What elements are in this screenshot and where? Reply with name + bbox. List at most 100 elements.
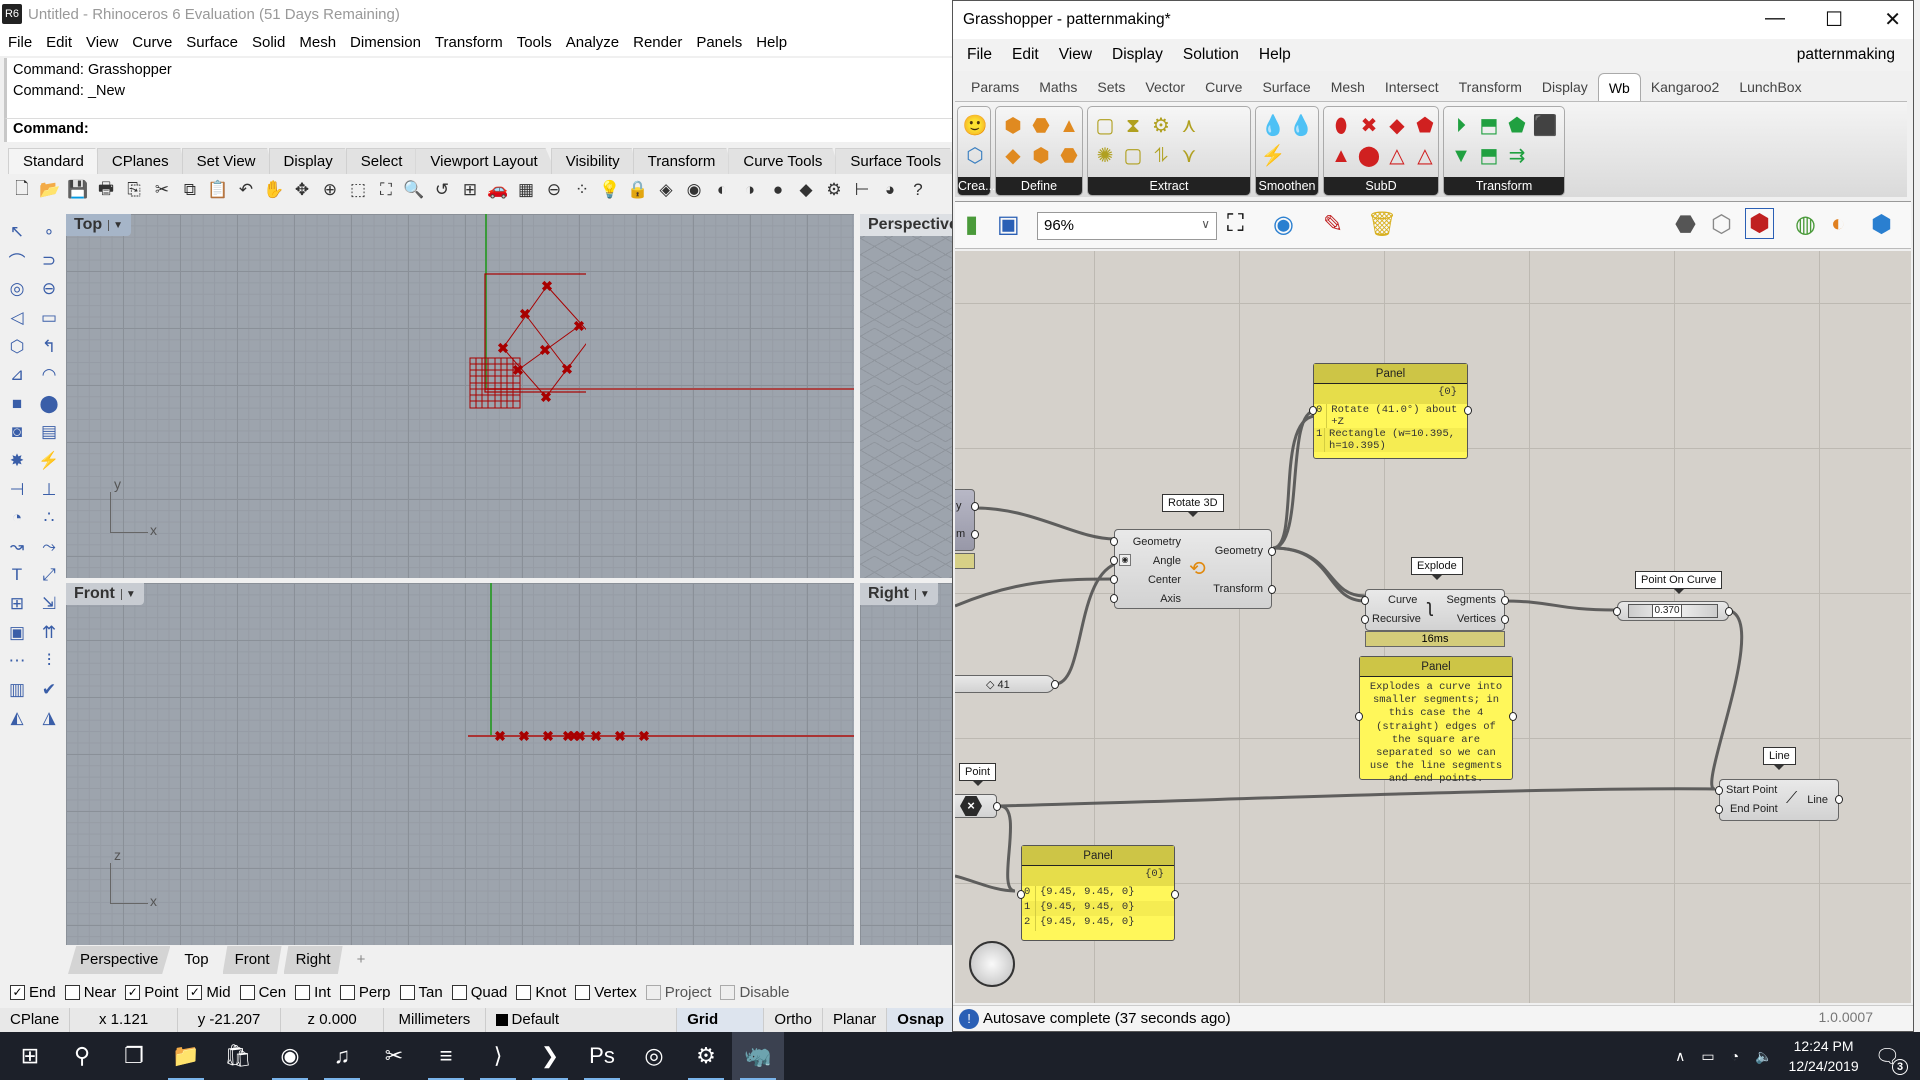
sidebar-tool-icon[interactable]: ▥ [2,676,32,705]
input-pin[interactable] [1361,615,1369,624]
color-wheel-icon[interactable]: ◉ [682,178,706,202]
sidebar-tool-icon[interactable]: ⌒ [2,247,32,276]
grasshopper-canvas[interactable]: y m ◇ 41 Rotate 3D Geometry Angle Center… [955,251,1911,1003]
gh-tab-wb[interactable]: Wb [1597,73,1641,101]
component-icon[interactable]: ⬟ [1504,113,1530,139]
sidebar-tool-icon[interactable]: ⚡ [34,447,64,476]
checkbox[interactable] [720,985,736,1000]
canvas-navigation-widget[interactable] [969,941,1015,987]
ribbon-group-label[interactable]: Define [996,177,1082,195]
sidebar-tool-icon[interactable]: T [2,561,32,590]
sidebar-tool-icon[interactable]: ⊞ [2,590,32,619]
input-pin[interactable] [1017,890,1025,899]
component-icon[interactable]: ⋎ [1176,143,1202,169]
sidebar-tool-icon[interactable]: ✸ [2,447,32,476]
gh-menu-file[interactable]: File [967,46,992,64]
slider-value[interactable]: ◇ 41 [986,678,1010,691]
sidebar-tool-icon[interactable]: ⤢ [34,561,64,590]
sidebar-tool-icon[interactable]: ◔ [2,504,32,533]
preview-off-icon[interactable]: ⬣ [1675,210,1696,239]
gh-menu-help[interactable]: Help [1259,46,1291,64]
viewport-top-title[interactable]: Top ▼ [66,214,132,236]
rhino-icon[interactable]: 🦏 [732,1032,784,1080]
output-pin[interactable] [1835,795,1843,804]
add-viewport-tab-icon[interactable]: + [344,946,378,974]
gh-tab-maths[interactable]: Maths [1029,73,1087,101]
command-input[interactable]: Command: [4,118,955,142]
gh-menu-solution[interactable]: Solution [1183,46,1239,64]
component-icon[interactable]: ⬡ [962,143,988,169]
shaded-icon[interactable]: ◑ [738,178,762,202]
sidebar-tool-icon[interactable]: ✔ [34,676,64,705]
input-pin[interactable] [1715,805,1723,814]
rotate3d-component[interactable]: Geometry Angle Center Axis ◉ ⟲ Geometry … [1110,529,1276,609]
gh-tab-display[interactable]: Display [1532,73,1598,101]
sidebar-tool-icon[interactable]: ↝ [2,533,32,562]
checkbox[interactable]: ✓ [125,985,141,1000]
sidebar-tool-icon[interactable]: ∴ [34,504,64,533]
ribbon-group-label[interactable]: Transform [1444,177,1564,195]
ubuntu-icon[interactable]: ◎ [628,1032,680,1080]
component-icon[interactable]: ⏵ [1448,113,1474,139]
gh-tab-transform[interactable]: Transform [1449,73,1532,101]
sidebar-tool-icon[interactable]: ▣ [2,618,32,647]
component-icon[interactable]: △ [1384,143,1410,169]
settings-icon[interactable]: ⚙ [680,1032,732,1080]
tab-curve-tools[interactable]: Curve Tools [728,148,842,174]
task-view-icon[interactable]: ❐ [108,1032,160,1080]
dimension-icon[interactable]: ⊢ [850,178,874,202]
ribbon-group-label[interactable]: Smoothen [1256,177,1318,195]
sidebar-tool-icon[interactable]: ⬡ [2,332,32,361]
viewport-front-title[interactable]: Front ▼ [66,583,144,605]
osnap-toggle[interactable]: Osnap [887,1008,955,1032]
line-component[interactable]: Start Point End Point ⟋ Line [1715,779,1843,821]
sidebar-tool-icon[interactable]: ◁ [2,304,32,333]
checkbox[interactable] [575,985,591,1000]
input-pin[interactable] [1613,607,1621,616]
menu-dimension[interactable]: Dimension [350,34,421,51]
component-icon[interactable]: ▢ [1092,113,1118,139]
viewport-right[interactable]: Right ▼ [860,583,955,945]
component-icon[interactable]: ⬣ [1056,143,1082,169]
component-icon[interactable]: ⬣ [1028,113,1054,139]
sidebar-tool-icon[interactable]: ⊃ [34,247,64,276]
component-icon[interactable]: ⬢ [1028,143,1054,169]
tab-select[interactable]: Select [345,148,422,174]
sidebar-tool-icon[interactable]: ↰ [34,332,64,361]
osnap-mid[interactable]: ✓ Mid [187,984,231,1001]
show-hidden-icons-icon[interactable]: ∧ [1675,1048,1685,1065]
sidebar-tool-icon[interactable]: ▭ [34,304,64,333]
menu-panels[interactable]: Panels [696,34,742,51]
gh-tab-mesh[interactable]: Mesh [1321,73,1375,101]
gh-menu-display[interactable]: Display [1112,46,1163,64]
menu-solid[interactable]: Solid [252,34,285,51]
checkbox[interactable] [239,985,255,1000]
point-param-component[interactable]: × [955,794,1001,818]
sidebar-tool-icon[interactable]: ◙ [2,418,32,447]
paste-icon[interactable]: 📋 [206,178,230,202]
gh-tab-vector[interactable]: Vector [1135,73,1195,101]
store-icon[interactable]: 🛍 [212,1032,264,1080]
tab-surface-tools[interactable]: Surface Tools [835,148,960,174]
sidebar-tool-icon[interactable]: ⊥ [34,475,64,504]
gh-tab-intersect[interactable]: Intersect [1375,73,1449,101]
notepad-icon[interactable]: ≡ [420,1032,472,1080]
material-icon[interactable]: ◆ [794,178,818,202]
component-icon[interactable]: ◆ [1384,113,1410,139]
viewport-tab-front[interactable]: Front [222,946,282,974]
viewport-right-title[interactable]: Right ▼ [860,583,938,605]
output-pin[interactable] [1268,585,1276,594]
gh-tab-curve[interactable]: Curve [1195,73,1252,101]
menu-render[interactable]: Render [633,34,682,51]
cplane-icon[interactable]: ⊖ [542,178,566,202]
grid-snap-toggle[interactable]: Grid Snap [677,1008,765,1052]
undo-icon[interactable]: ↶ [234,178,258,202]
osnap-near[interactable]: Near [64,984,116,1001]
sidebar-tool-icon[interactable]: ◮ [34,704,64,733]
zoom-window-icon[interactable]: ⬚ [346,178,370,202]
help-icon[interactable]: ? [906,178,930,202]
cut-icon[interactable]: ✂ [150,178,174,202]
action-center-icon[interactable]: 🗨 3 [1875,1044,1908,1075]
osnap-project[interactable]: Project [645,984,711,1001]
search-icon[interactable]: ⚲ [56,1032,108,1080]
